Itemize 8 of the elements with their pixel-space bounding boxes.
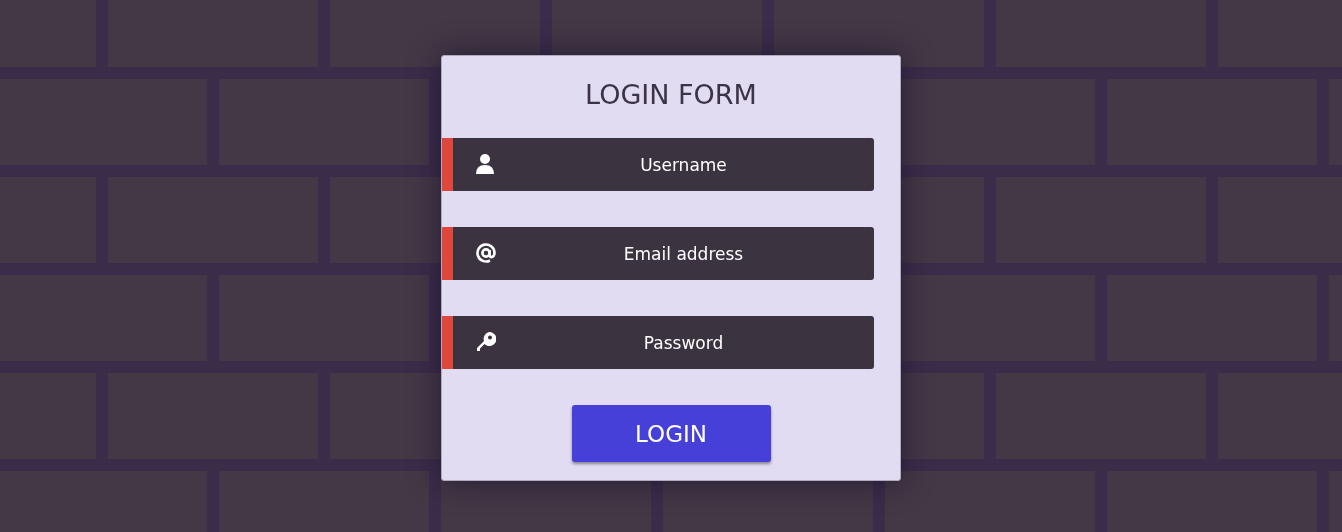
password-field[interactable]: Password [442,316,874,369]
email-field[interactable]: Email address [442,227,874,280]
login-button[interactable]: LOGIN [571,405,771,462]
at-sign-icon [476,243,496,263]
form-title: LOGIN FORM [585,78,757,112]
key-icon [476,332,496,352]
user-field[interactable]: Username [442,138,874,191]
user-icon [476,154,494,174]
